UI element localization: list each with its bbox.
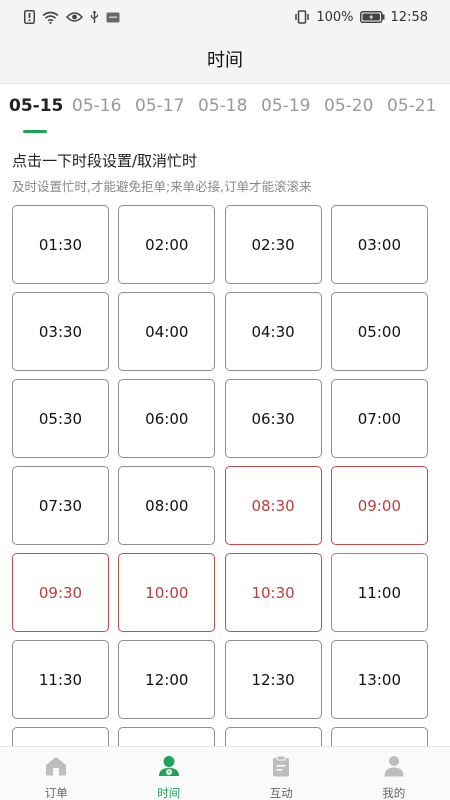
time-slot[interactable]: 05:00	[330, 292, 428, 371]
nav-item-label: 时间	[157, 786, 181, 800]
time-slot[interactable]: 04:00	[118, 292, 216, 371]
usb-icon	[90, 10, 99, 24]
clock-time: 12:58	[390, 9, 428, 25]
time-slot[interactable]: 07:30	[12, 466, 109, 545]
battery-charging-icon	[359, 11, 385, 23]
notice-title: 点击一下时段设置/取消忙时	[12, 152, 198, 170]
date-tab-label: 05-21	[387, 96, 437, 116]
date-tab-05-16[interactable]: 05-16	[72, 96, 135, 116]
app-notification-icon	[106, 12, 120, 23]
date-tab-label: 05-16	[72, 96, 122, 116]
time-slot[interactable]: 11:00	[330, 553, 428, 632]
eye-icon	[66, 11, 83, 23]
status-bar-right: 100% 12:58	[294, 10, 428, 25]
time-slot-busy[interactable]: 08:30	[224, 466, 322, 545]
time-slot[interactable]: 11:30	[12, 640, 109, 719]
time-slot[interactable]: 07:00	[330, 379, 428, 458]
time-slot[interactable]: 04:30	[224, 292, 322, 371]
date-tab-label: 05-18	[198, 96, 248, 116]
notice-subtitle: 及时设置忙时,才能避免拒单;来单必接,订单才能滚滚来	[12, 179, 312, 194]
time-slot[interactable]: 08:00	[118, 466, 216, 545]
person-clock-icon	[157, 755, 181, 781]
alert-icon	[24, 10, 35, 24]
active-tab-indicator	[23, 130, 47, 133]
date-tab-05-18[interactable]: 05-18	[198, 96, 261, 116]
time-slot-busy[interactable]: 10:00	[118, 553, 216, 632]
status-bar-left	[24, 10, 120, 24]
time-slot[interactable]: 12:00	[118, 640, 216, 719]
status-bar: 100% 12:58	[0, 0, 450, 34]
battery-percent: 100%	[316, 9, 354, 25]
clipboard-icon	[270, 755, 292, 781]
bottom-navigation: 订单 时间 互动 我的	[0, 746, 450, 800]
time-slot[interactable]: 02:30	[224, 205, 322, 284]
time-slot-busy[interactable]: 10:30	[224, 553, 322, 632]
time-slot[interactable]: 13:00	[330, 640, 428, 719]
time-slot-grid: 01:30 02:00 02:30 03:00 03:30 04:00 04:30 05:00…	[12, 205, 428, 800]
time-slot[interactable]: 06:00	[118, 379, 216, 458]
nav-item-0[interactable]: 订单	[0, 747, 113, 800]
time-slot[interactable]: 03:00	[330, 205, 428, 284]
home-icon	[44, 755, 68, 781]
time-slot[interactable]: 01:30	[12, 205, 109, 284]
date-tab-label: 05-20	[324, 96, 374, 116]
nav-item-label: 我的	[382, 786, 406, 800]
time-slot[interactable]: 06:30	[224, 379, 322, 458]
nav-item-2[interactable]: 互动	[225, 747, 338, 800]
page-title: 时间	[207, 49, 243, 71]
page-header: 时间	[0, 34, 450, 84]
time-slot-busy[interactable]: 09:00	[330, 466, 428, 545]
time-slot[interactable]: 03:30	[12, 292, 109, 371]
time-slot[interactable]: 05:30	[12, 379, 109, 458]
vibrate-icon	[294, 10, 310, 24]
wifi-icon	[42, 11, 59, 24]
date-tab-label: 05-17	[135, 96, 185, 116]
date-tab-bar: 05-15 05-16 05-17 05-18 05-19 05-20 05-21	[0, 96, 450, 136]
date-tab-05-17[interactable]: 05-17	[135, 96, 198, 116]
date-tab-label: 05-19	[261, 96, 311, 116]
date-tab-05-19[interactable]: 05-19	[261, 96, 324, 116]
nav-item-label: 互动	[269, 786, 293, 800]
date-tab-label: 05-15	[9, 96, 64, 116]
time-slot[interactable]: 12:30	[224, 640, 322, 719]
nav-item-3[interactable]: 我的	[338, 747, 450, 800]
nav-item-label: 订单	[44, 786, 68, 800]
time-slot-busy[interactable]: 09:30	[12, 553, 109, 632]
user-icon	[383, 755, 405, 781]
date-tab-05-20[interactable]: 05-20	[324, 96, 387, 116]
time-slot[interactable]: 02:00	[118, 205, 216, 284]
date-tab-05-15[interactable]: 05-15	[9, 96, 72, 133]
nav-item-1[interactable]: 时间	[113, 747, 226, 800]
date-tab-05-21[interactable]: 05-21	[387, 96, 450, 116]
